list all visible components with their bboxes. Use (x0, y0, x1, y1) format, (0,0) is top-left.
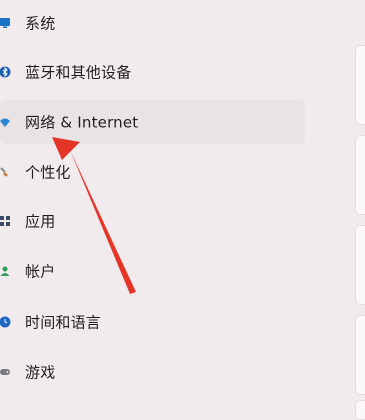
sidebar-item-network[interactable]: 网络 & Internet (0, 100, 305, 144)
display-icon (0, 16, 12, 30)
globe-clock-icon (0, 315, 12, 329)
apps-icon (0, 214, 12, 228)
content-panel-edge (355, 0, 365, 420)
sidebar-item-label: 游戏 (25, 363, 56, 382)
sidebar-item-label: 蓝牙和其他设备 (25, 63, 132, 82)
sidebar-item-apps[interactable]: 应用 (0, 199, 305, 243)
sidebar-item-system[interactable]: 系统 (0, 1, 305, 45)
gamepad-icon (0, 365, 12, 379)
settings-card[interactable] (355, 400, 365, 420)
sidebar-item-label: 帐户 (25, 262, 56, 281)
sidebar-item-label: 网络 & Internet (25, 113, 139, 132)
person-icon (0, 264, 12, 278)
sidebar-item-bluetooth[interactable]: 蓝牙和其他设备 (0, 50, 305, 94)
sidebar-item-time-language[interactable]: 时间和语言 (0, 300, 305, 344)
settings-card[interactable] (355, 135, 365, 215)
wifi-icon (0, 115, 12, 129)
sidebar-item-label: 时间和语言 (25, 313, 102, 332)
brush-icon (0, 165, 12, 179)
sidebar-item-accounts[interactable]: 帐户 (0, 249, 305, 293)
sidebar-item-label: 系统 (25, 14, 56, 33)
sidebar-item-label: 个性化 (25, 163, 71, 182)
sidebar-item-label: 应用 (25, 212, 56, 231)
settings-sidebar: 系统 蓝牙和其他设备 网络 & Internet 个性化 应用 帐户 时间和语言… (0, 0, 320, 415)
settings-card[interactable] (355, 225, 365, 305)
bluetooth-icon (0, 65, 12, 79)
sidebar-item-personalization[interactable]: 个性化 (0, 150, 305, 194)
settings-card[interactable] (355, 315, 365, 395)
sidebar-item-gaming[interactable]: 游戏 (0, 350, 305, 394)
settings-card[interactable] (355, 45, 365, 125)
